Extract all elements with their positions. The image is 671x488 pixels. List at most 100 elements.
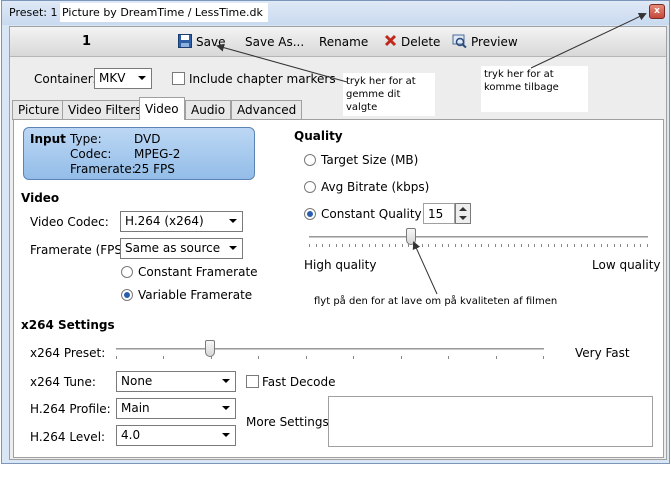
fast-decode-checkbox[interactable]: [246, 375, 259, 388]
x264-preset-value: Very Fast: [575, 346, 630, 360]
preset-number: 1: [82, 34, 92, 49]
framerate-value: 25 FPS: [134, 162, 175, 176]
chevron-down-icon: [222, 379, 230, 383]
slider-tick: [543, 356, 544, 359]
chapter-markers-checkbox[interactable]: [172, 72, 185, 85]
quality-slider-track[interactable]: [309, 236, 648, 238]
slider-tick: [322, 244, 323, 247]
video-codec-value: H.264 (x264): [125, 214, 204, 228]
x264-preset-slider-ticks: [116, 356, 544, 360]
slider-tick: [647, 244, 648, 247]
preset-label: Preset: 1: [9, 6, 58, 19]
slider-tick: [495, 244, 496, 247]
slider-tick: [601, 244, 602, 247]
close-button[interactable]: x: [649, 4, 665, 19]
type-label: Type:: [70, 132, 102, 146]
slider-tick: [369, 244, 370, 247]
save-button[interactable]: Save: [178, 33, 226, 50]
slider-tick: [620, 244, 621, 247]
tab-audio[interactable]: Audio: [185, 100, 232, 120]
slider-tick: [389, 244, 390, 247]
x264-tune-value: None: [121, 374, 153, 388]
slider-tick: [116, 356, 117, 359]
fps-select[interactable]: Same as source: [120, 238, 243, 259]
tab-video-filters[interactable]: Video Filters: [62, 100, 148, 120]
chapter-markers-label: Include chapter markers: [189, 72, 336, 86]
h264-level-select[interactable]: 4.0: [116, 425, 236, 446]
slider-annotation-note: flyt på den for at lave om på kvaliteten…: [311, 293, 583, 325]
video-codec-label: Video Codec:: [30, 215, 109, 229]
x264-preset-slider-track[interactable]: [116, 348, 544, 350]
preview-button[interactable]: Preview: [452, 34, 518, 50]
slider-tick: [455, 244, 456, 247]
h264-level-value: 4.0: [121, 428, 141, 442]
h264-profile-select[interactable]: Main: [116, 398, 236, 419]
video-codec-select[interactable]: H.264 (x264): [120, 211, 243, 232]
constant-quality-label: Constant Quality: [321, 207, 422, 221]
slider-tick: [614, 244, 615, 247]
tab-picture[interactable]: Picture: [12, 100, 66, 120]
save-as-button[interactable]: Save As...: [245, 34, 304, 50]
tab-advanced[interactable]: Advanced: [231, 100, 303, 120]
save-label: Save: [196, 35, 226, 49]
delete-x-icon: [384, 34, 397, 50]
slider-tick: [554, 244, 555, 247]
constant-quality-radio[interactable]: [304, 208, 316, 220]
slider-tick: [528, 244, 529, 247]
delete-button[interactable]: Delete: [384, 34, 440, 50]
chevron-down-icon: [138, 76, 146, 80]
variable-framerate-label: Variable Framerate: [138, 288, 253, 302]
constant-framerate-radio[interactable]: [121, 266, 133, 278]
avg-bitrate-label: Avg Bitrate (kbps): [321, 180, 430, 194]
variable-framerate-radio[interactable]: [121, 289, 133, 301]
slider-tick: [514, 244, 515, 247]
slider-tick: [627, 244, 628, 247]
slider-tick: [468, 244, 469, 247]
h264-profile-label: H.264 Profile:: [30, 402, 111, 416]
codec-value: MPEG-2: [134, 147, 181, 161]
cq-value-field[interactable]: 15: [423, 203, 455, 224]
framerate-label: Framerate:: [70, 162, 136, 176]
codec-label: Codec:: [70, 147, 112, 161]
container-label: Container:: [34, 72, 97, 86]
quality-slider-thumb[interactable]: [406, 228, 416, 245]
slider-tick: [581, 244, 582, 247]
chevron-down-icon: [222, 433, 230, 437]
slider-tick: [567, 244, 568, 247]
container-select[interactable]: MKV: [94, 68, 152, 89]
target-size-radio[interactable]: [304, 154, 316, 166]
chevron-down-icon: [229, 246, 237, 250]
cq-spinner[interactable]: [455, 203, 471, 224]
quality-slider-ticks: [309, 244, 648, 248]
slider-tick: [428, 244, 429, 247]
slider-tick: [508, 244, 509, 247]
preview-label: Preview: [471, 35, 518, 49]
slider-tick: [355, 244, 356, 247]
slider-tick: [395, 244, 396, 247]
tab-video[interactable]: Video: [139, 97, 185, 120]
save-annotation-note: tryk her for at gemme dit valgte: [343, 73, 435, 116]
preset-name-field[interactable]: Picture by DreamTime / LessTime.dk: [60, 3, 268, 22]
more-settings-field[interactable]: [328, 396, 653, 447]
chevron-down-icon: [229, 219, 237, 223]
slider-tick: [534, 244, 535, 247]
low-quality-label: Low quality: [592, 258, 661, 272]
slider-tick: [422, 244, 423, 247]
slider-tick: [382, 244, 383, 247]
x264-heading: x264 Settings: [21, 318, 115, 332]
slider-tick: [415, 244, 416, 247]
slider-tick: [475, 244, 476, 247]
fps-label: Framerate (FPS):: [30, 243, 131, 257]
x264-preset-slider-thumb[interactable]: [205, 340, 215, 357]
video-heading: Video: [21, 191, 60, 205]
delete-label: Delete: [401, 35, 441, 49]
spinner-arrows-icon: [459, 207, 467, 220]
h264-level-label: H.264 Level:: [30, 430, 106, 444]
x264-tune-select[interactable]: None: [116, 371, 236, 392]
slider-tick: [548, 244, 549, 247]
rename-button[interactable]: Rename: [319, 34, 368, 50]
slider-tick: [362, 244, 363, 247]
avg-bitrate-radio[interactable]: [304, 181, 316, 193]
slider-tick: [349, 244, 350, 247]
slider-tick: [607, 244, 608, 247]
